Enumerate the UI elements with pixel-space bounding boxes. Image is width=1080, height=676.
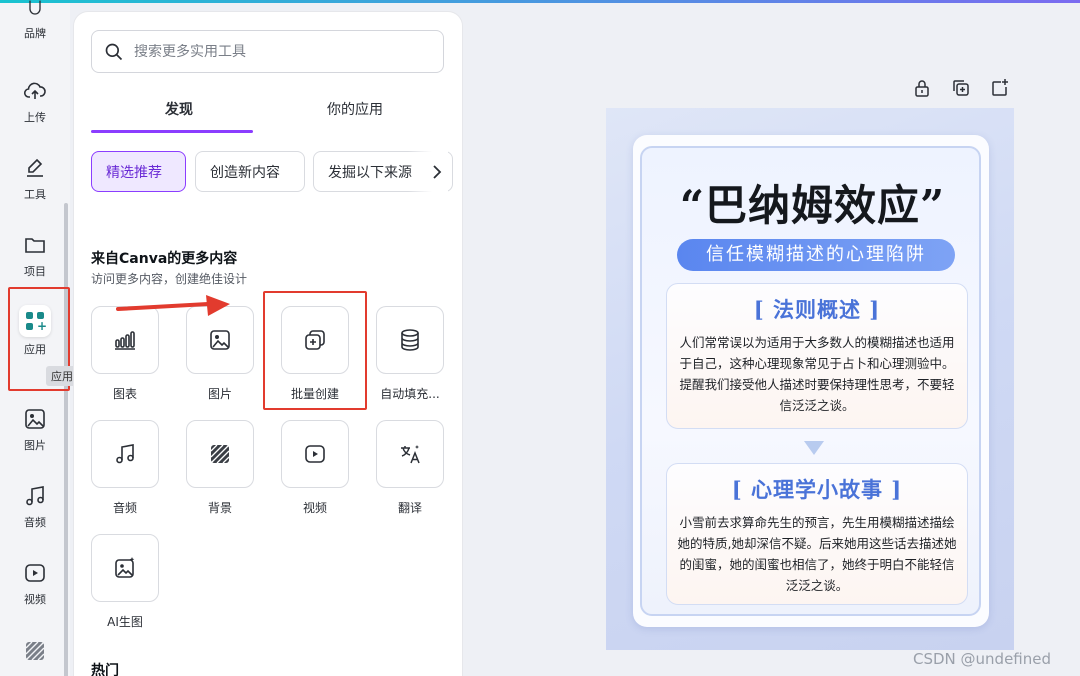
rail-item-tools[interactable]: 工具 (0, 156, 70, 202)
app-tile-ai-image[interactable]: AI生图 (91, 534, 161, 630)
pattern-icon (25, 641, 45, 661)
section-subtitle: 访问更多内容，创建绝佳设计 (91, 272, 248, 286)
app-tile-images[interactable]: 图片 (186, 306, 256, 402)
brand-icon (29, 0, 41, 15)
rail-item-label: 工具 (24, 188, 46, 201)
app-tile-background[interactable]: 背景 (186, 420, 256, 516)
chip-create-new[interactable]: 创造新内容 (195, 151, 305, 192)
app-tile-label: 翻译 (397, 501, 422, 515)
music-note-icon (26, 486, 44, 506)
app-tile-label: 批量创建 (290, 387, 339, 401)
rail-item-label: 应用 (24, 343, 46, 356)
app-tile-chart[interactable]: 图表 (91, 306, 161, 402)
watermark: CSDN @undefined (913, 650, 1052, 668)
poster-box-story: [ 心理学小故事 ] 小雪前去求算命先生的预言，先生用模糊描述描绘她的特质,她却… (666, 463, 968, 605)
poster-box-overview: [ 法则概述 ] 人们常常误以为适用于大多数人的模糊描述也适用于自己，这种心理现… (666, 283, 968, 429)
search-icon (105, 43, 123, 60)
apps-panel: 发现 你的应用 精选推荐 创造新内容 发掘以下来源 来自Canva的更多内容 访… (74, 12, 462, 676)
folder-icon (25, 238, 45, 253)
app-tile-label: 背景 (207, 501, 232, 515)
rail-item-upload[interactable]: 上传 (0, 79, 70, 125)
cloud-upload-icon (23, 82, 46, 99)
app-tile-video[interactable]: 视频 (281, 420, 351, 516)
section-title: 来自Canva的更多内容 (91, 251, 238, 267)
rail-item-label: 视频 (24, 593, 46, 606)
chevron-right-icon[interactable] (429, 162, 445, 182)
hot-section-title: 热门 (91, 663, 119, 676)
lock-icon[interactable] (912, 78, 932, 98)
tab-your-apps[interactable]: 你的应用 (267, 98, 443, 132)
add-page-icon[interactable] (989, 78, 1009, 98)
music-note-icon (116, 444, 134, 464)
rail-item-projects[interactable]: 项目 (0, 233, 70, 279)
chart-icon (115, 331, 135, 350)
tab-discover[interactable]: 发现 (91, 98, 267, 132)
app-tile-label: 自动填充... (380, 387, 440, 401)
poster-card: “巴纳姆效应” 信任模糊描述的心理陷阱 [ 法则概述 ] 人们常常误以为适用于大… (640, 146, 981, 616)
app-tile-translate[interactable]: 翻译 (376, 420, 446, 516)
rail-item-background[interactable] (0, 639, 70, 663)
poster-down-triangle (804, 441, 824, 455)
app-tile-autofill[interactable]: 自动填充... (376, 306, 446, 402)
poster-box-text: 人们常常误以为适用于大多数人的模糊描述也适用于自己，这种心理现象常见于占卜和心理… (679, 335, 955, 413)
duplicate-icon[interactable] (951, 78, 971, 98)
ai-image-icon (115, 557, 135, 578)
top-accent-line (0, 0, 1080, 3)
chip-featured[interactable]: 精选推荐 (91, 151, 186, 192)
search-box[interactable] (91, 30, 444, 73)
filter-chips: 精选推荐 创造新内容 发掘以下来源 (91, 151, 461, 193)
left-rail: 品牌 上传 工具 项目 + 应用 图片 音频 视频 (0, 0, 70, 676)
pattern-icon (210, 444, 230, 464)
image-icon (210, 330, 230, 350)
app-tile-audio[interactable]: 音频 (91, 420, 161, 516)
rail-item-label: 图片 (24, 439, 46, 452)
app-tile-label: 音频 (112, 501, 137, 515)
poster-title: “巴纳姆效应” (679, 181, 946, 230)
image-icon (25, 409, 45, 429)
pen-tool-icon (27, 158, 43, 177)
rail-item-video[interactable]: 视频 (0, 561, 70, 607)
translate-icon (401, 445, 420, 464)
poster-box-title: [ 法则概述 ] (753, 297, 881, 322)
rail-item-label: 上传 (24, 111, 46, 124)
rail-item-label: 品牌 (24, 27, 46, 40)
poster-subtitle: 信任模糊描述的心理陷阱 (677, 239, 955, 271)
poster-frame: “巴纳姆效应” 信任模糊描述的心理陷阱 [ 法则概述 ] 人们常常误以为适用于大… (633, 135, 989, 627)
panel-tabs: 发现 你的应用 (91, 98, 444, 134)
tab-active-indicator (91, 130, 253, 133)
app-tile-label: 图表 (112, 387, 137, 401)
app-tile-label: AI生图 (107, 615, 143, 629)
search-input[interactable] (134, 43, 414, 60)
bulk-create-icon (305, 330, 325, 350)
poster-box-text: 小雪前去求算命先生的预言，先生用模糊描述描绘她的特质,她却深信不疑。后来她用这些… (677, 515, 957, 593)
rail-scrollbar[interactable] (64, 203, 68, 676)
design-page[interactable]: “巴纳姆效应” 信任模糊描述的心理陷阱 [ 法则概述 ] 人们常常误以为适用于大… (606, 108, 1014, 650)
rail-item-images[interactable]: 图片 (0, 407, 70, 453)
video-play-icon (305, 445, 325, 463)
database-icon (401, 329, 419, 351)
red-arrow-annotation (116, 295, 230, 316)
video-play-icon (25, 564, 45, 582)
poster-box-title: [ 心理学小故事 ] (731, 477, 903, 502)
app-tile-label: 图片 (207, 387, 232, 401)
rail-item-audio[interactable]: 音频 (0, 484, 70, 530)
rail-item-brand[interactable]: 品牌 (0, 0, 70, 41)
rail-item-apps[interactable]: + 应用 (0, 305, 70, 357)
rail-item-label: 音频 (24, 516, 46, 529)
app-tile-label: 视频 (302, 501, 327, 515)
rail-item-label: 项目 (24, 265, 46, 278)
apps-icon: + (19, 305, 51, 337)
app-tile-bulk-create[interactable]: 批量创建 (281, 306, 351, 402)
